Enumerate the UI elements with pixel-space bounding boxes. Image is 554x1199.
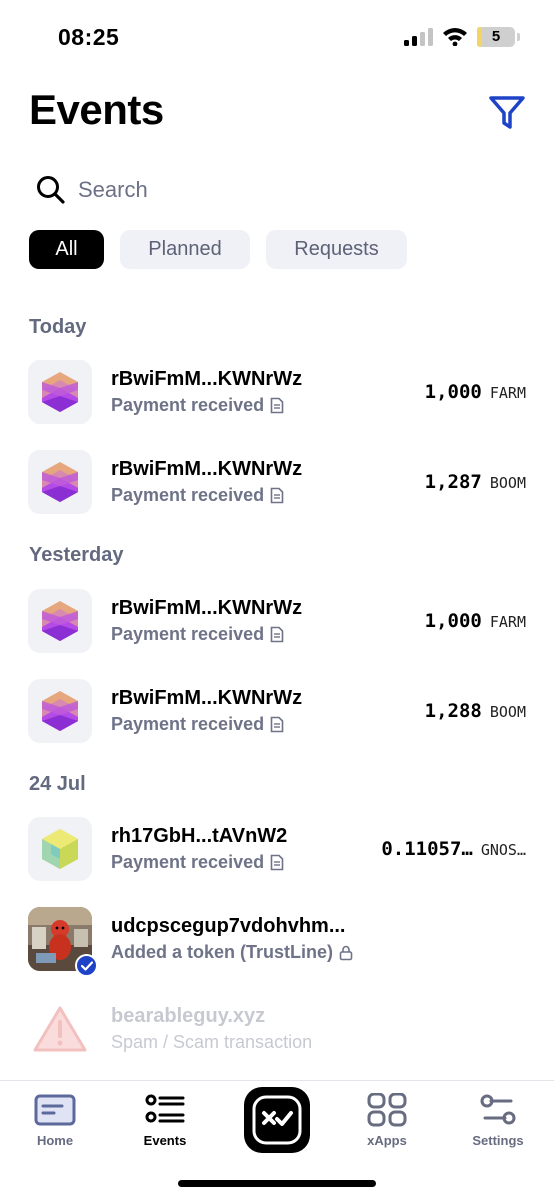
event-row[interactable]: rBwiFmM...KWNrWz Payment received 1,287 …	[28, 450, 528, 514]
memo-document-icon	[270, 626, 284, 643]
event-subtitle-text: Added a token (TrustLine)	[111, 942, 334, 962]
event-title: rBwiFmM...KWNrWz	[111, 597, 303, 619]
battery-nub	[517, 33, 520, 41]
amount-currency: GNOS…	[480, 841, 526, 859]
event-title: udcpscegup7vdohvhm...	[111, 915, 346, 937]
event-amount: 1,288 BOOM	[425, 700, 526, 722]
event-title: rBwiFmM...KWNrWz	[111, 368, 303, 390]
event-subtitle: Payment received	[111, 624, 284, 645]
battery-indicator: 5	[477, 27, 515, 47]
search-icon	[37, 176, 65, 204]
event-amount: 1,000 FARM	[425, 381, 526, 403]
lock-icon	[339, 945, 353, 960]
filter-button[interactable]	[486, 93, 528, 133]
xaman-logo-icon	[252, 1095, 302, 1145]
event-row[interactable]: rBwiFmM...KWNrWz Payment received 1,000 …	[28, 360, 528, 424]
event-subtitle-text: Spam / Scam transaction	[111, 1032, 313, 1052]
event-subtitle: Payment received	[111, 852, 284, 873]
event-subtitle: Payment received	[111, 395, 284, 416]
event-amount: 1,287 BOOM	[425, 471, 526, 493]
wifi-icon	[443, 28, 467, 46]
memo-document-icon	[270, 716, 284, 733]
filter-funnel-icon	[489, 96, 525, 129]
amount-currency: BOOM	[489, 474, 526, 492]
amount-value: 1,288	[424, 700, 482, 722]
amount-currency: FARM	[489, 384, 526, 402]
battery-level: 5	[491, 28, 501, 45]
memo-document-icon	[270, 854, 284, 871]
tab-requests[interactable]: Requests	[266, 230, 407, 269]
event-title: rBwiFmM...KWNrWz	[111, 687, 303, 709]
event-row[interactable]: rBwiFmM...KWNrWz Payment received 1,000 …	[28, 589, 528, 653]
sliders-icon	[480, 1094, 516, 1125]
verified-badge-icon	[75, 954, 98, 977]
amount-currency: BOOM	[489, 703, 526, 721]
list-icon	[145, 1094, 185, 1123]
tab-events[interactable]: Events	[115, 1093, 215, 1148]
tab-settings-label: Settings	[472, 1133, 524, 1148]
home-indicator	[178, 1180, 376, 1187]
tab-xapps[interactable]: xApps	[337, 1093, 437, 1148]
amount-value: 1,000	[424, 610, 482, 632]
event-subtitle-text: Payment received	[111, 852, 265, 872]
status-bar: 08:25 5	[0, 0, 554, 70]
memo-document-icon	[270, 487, 284, 504]
event-row[interactable]: rh17GbH...tAVnW2 Payment received 0.1105…	[28, 817, 528, 881]
tab-all[interactable]: All	[29, 230, 104, 269]
tab-home[interactable]: Home	[5, 1093, 105, 1148]
section-header-today: Today	[29, 316, 87, 338]
amount-value: 1,000	[424, 381, 482, 403]
amount-value: 1,287	[424, 471, 482, 493]
token-hexagon-purple-icon	[28, 589, 92, 653]
token-hexagon-purple-icon	[28, 679, 92, 743]
event-subtitle-text: Payment received	[111, 485, 265, 505]
amount-currency: FARM	[489, 613, 526, 631]
event-filter-tabs: All Planned Requests	[29, 230, 407, 269]
event-title: rh17GbH...tAVnW2	[111, 825, 288, 847]
event-row[interactable]: udcpscegup7vdohvhm... Added a token (Tru…	[28, 907, 528, 977]
cellular-signal-icon	[404, 28, 433, 46]
tab-settings[interactable]: Settings	[448, 1093, 548, 1148]
event-subtitle: Spam / Scam transaction	[111, 1032, 312, 1053]
page-title: Events	[29, 86, 164, 133]
search-bar[interactable]	[28, 168, 526, 212]
warning-triangle-icon	[28, 997, 92, 1061]
event-title: rBwiFmM...KWNrWz	[111, 458, 303, 480]
token-hexagon-yellow-icon	[28, 817, 92, 881]
event-subtitle-text: Payment received	[111, 395, 265, 415]
event-row-spam[interactable]: bearableguy.xyz Spam / Scam transaction	[28, 997, 528, 1061]
xaman-scan-button[interactable]	[244, 1087, 310, 1153]
tab-xapps-label: xApps	[367, 1133, 407, 1148]
section-header-24-jul: 24 Jul	[29, 773, 86, 795]
amount-value: 0.11057…	[381, 838, 473, 860]
event-row[interactable]: rBwiFmM...KWNrWz Payment received 1,288 …	[28, 679, 528, 743]
tab-home-label: Home	[36, 1133, 74, 1148]
grid-icon	[367, 1093, 407, 1127]
token-hexagon-purple-icon	[28, 360, 92, 424]
event-amount: 0.11057… GNOS…	[381, 838, 526, 860]
memo-document-icon	[270, 397, 284, 414]
tab-planned[interactable]: Planned	[120, 230, 250, 269]
search-input[interactable]	[78, 177, 498, 203]
status-time: 08:25	[58, 24, 120, 50]
event-subtitle-text: Payment received	[111, 624, 265, 644]
event-subtitle: Payment received	[111, 485, 284, 506]
section-header-yesterday: Yesterday	[29, 544, 124, 566]
token-hexagon-purple-icon	[28, 450, 92, 514]
home-card-icon	[34, 1094, 76, 1126]
event-subtitle-text: Payment received	[111, 714, 265, 734]
tab-events-label: Events	[143, 1133, 187, 1148]
event-subtitle: Added a token (TrustLine)	[111, 942, 353, 963]
event-amount: 1,000 FARM	[425, 610, 526, 632]
event-title: bearableguy.xyz	[111, 1005, 266, 1027]
event-subtitle: Payment received	[111, 714, 284, 735]
